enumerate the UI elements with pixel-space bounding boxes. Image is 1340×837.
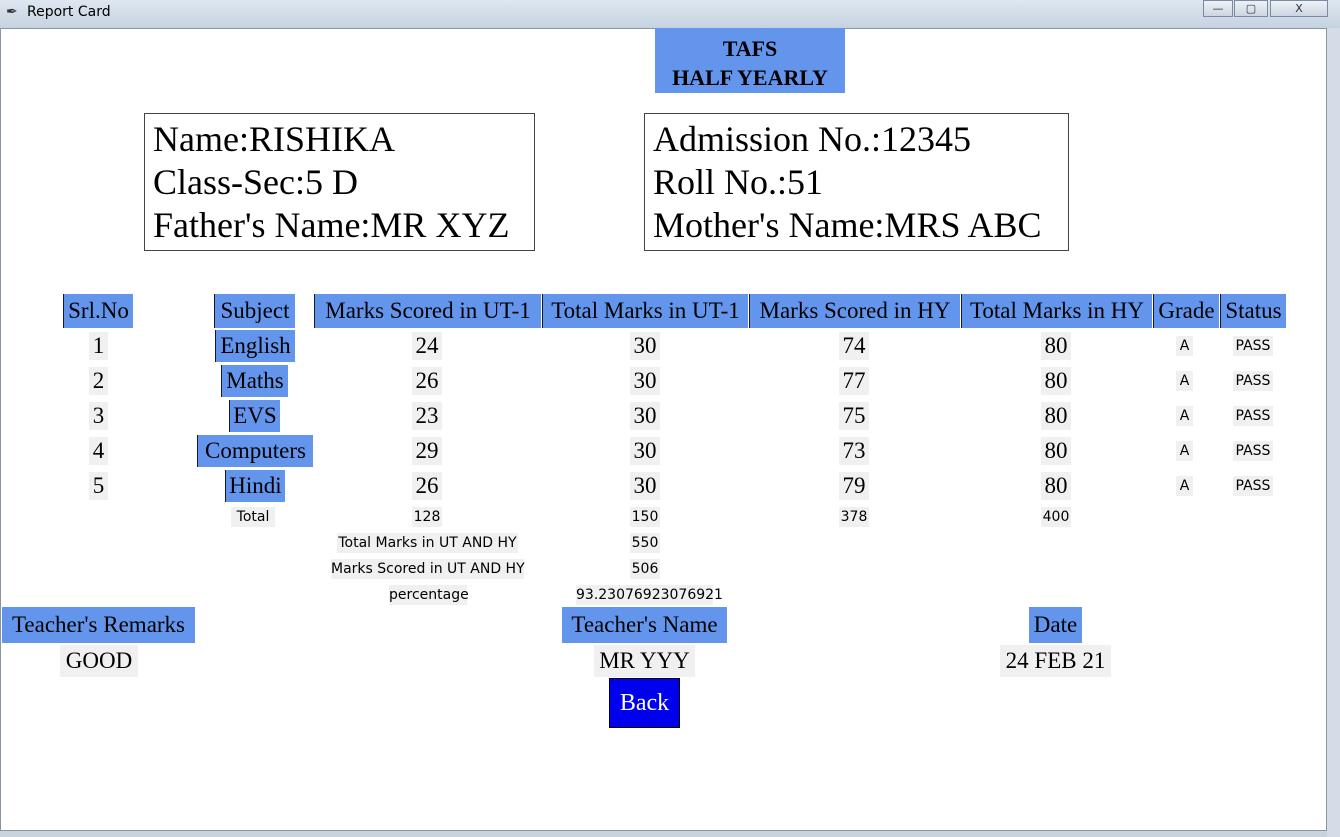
row2-subject: Maths [221, 365, 288, 397]
date-label: Date [1029, 607, 1082, 643]
summary-percentage-value: 93.23076923076921 [576, 585, 723, 605]
row2-ut-scored: 26 [412, 367, 442, 395]
row2-hy-scored: 77 [839, 367, 869, 395]
school-name: TAFS [722, 36, 778, 61]
row3-hy-scored: 75 [839, 402, 869, 430]
header-subject: Subject [214, 294, 295, 328]
row4-ut-total: 30 [630, 437, 660, 465]
row1-ut-total: 30 [630, 332, 660, 360]
window-titlebar: ✒ Report Card — ▢ X [0, 0, 1340, 28]
row4-subject: Computers [197, 435, 313, 467]
row1-subject: English [215, 330, 295, 362]
header-ut-total: Total Marks in UT-1 [542, 294, 748, 328]
mother-name: Mother's Name:MRS ABC [653, 205, 1042, 245]
row3-ut-total: 30 [630, 402, 660, 430]
row2-status: PASS [1233, 371, 1273, 391]
row2-srl: 2 [89, 367, 108, 395]
header-hy-scored: Marks Scored in HY [749, 294, 960, 328]
remarks-value: GOOD [60, 645, 138, 677]
row2-grade: A [1176, 371, 1193, 391]
row5-ut-scored: 26 [412, 472, 442, 500]
header-grade: Grade [1153, 294, 1219, 328]
teacher-name-label: Teacher's Name [562, 607, 727, 643]
row5-status: PASS [1233, 476, 1273, 496]
summary-scored-label: Marks Scored in UT AND HY [331, 559, 525, 579]
summary-percentage-label: percentage [389, 585, 469, 605]
exam-term: HALF YEARLY [672, 65, 828, 90]
row5-grade: A [1176, 476, 1193, 496]
row1-grade: A [1176, 336, 1193, 356]
back-button[interactable]: Back [609, 678, 680, 728]
totals-ut-total: 150 [630, 507, 660, 527]
row1-hy-total: 80 [1041, 332, 1071, 360]
student-info-right: Admission No.:12345 Roll No.:51 Mother's… [644, 113, 1069, 251]
window-edge [1327, 28, 1340, 837]
feather-icon: ✒ [6, 4, 18, 20]
father-name: Father's Name:MR XYZ [153, 205, 510, 245]
maximize-button[interactable]: ▢ [1234, 0, 1268, 17]
minimize-button[interactable]: — [1203, 0, 1233, 17]
row2-hy-total: 80 [1041, 367, 1071, 395]
row3-subject: EVS [229, 400, 280, 432]
summary-total-value: 550 [630, 533, 660, 553]
row3-hy-total: 80 [1041, 402, 1071, 430]
remarks-label: Teacher's Remarks [2, 607, 195, 643]
student-class: Class-Sec:5 D [153, 162, 358, 202]
row5-srl: 5 [89, 472, 108, 500]
row1-hy-scored: 74 [839, 332, 869, 360]
totals-label: Total [231, 507, 275, 527]
row2-ut-total: 30 [630, 367, 660, 395]
admission-no: Admission No.:12345 [653, 119, 972, 159]
row4-grade: A [1176, 441, 1193, 461]
totals-hy-scored: 378 [839, 507, 869, 527]
row4-ut-scored: 29 [412, 437, 442, 465]
row1-status: PASS [1233, 336, 1273, 356]
row3-status: PASS [1233, 406, 1273, 426]
row5-hy-total: 80 [1041, 472, 1071, 500]
header-srl-no: Srl.No [63, 294, 133, 328]
roll-no: Roll No.:51 [653, 162, 824, 202]
summary-total-label: Total Marks in UT AND HY [337, 533, 518, 553]
row1-ut-scored: 24 [412, 332, 442, 360]
exam-title: TAFS HALF YEARLY [655, 28, 845, 93]
summary-scored-value: 506 [630, 559, 660, 579]
close-button[interactable]: X [1270, 0, 1328, 17]
row4-status: PASS [1233, 441, 1273, 461]
date-value: 24 FEB 21 [1000, 645, 1111, 677]
totals-ut-scored: 128 [412, 507, 442, 527]
row5-ut-total: 30 [630, 472, 660, 500]
totals-hy-total: 400 [1041, 507, 1071, 527]
window-title: Report Card [27, 4, 111, 20]
teacher-name-value: MR YYY [594, 645, 695, 677]
header-ut-scored: Marks Scored in UT-1 [314, 294, 541, 328]
row3-ut-scored: 23 [412, 402, 442, 430]
row5-hy-scored: 79 [839, 472, 869, 500]
row1-srl: 1 [89, 332, 108, 360]
row3-srl: 3 [89, 402, 108, 430]
header-status: Status [1220, 294, 1286, 328]
row5-subject: Hindi [225, 470, 285, 502]
row4-srl: 4 [89, 437, 108, 465]
student-name: Name:RISHIKA [153, 119, 395, 159]
header-hy-total: Total Marks in HY [961, 294, 1152, 328]
student-info-left: Name:RISHIKA Class-Sec:5 D Father's Name… [144, 113, 535, 251]
row4-hy-total: 80 [1041, 437, 1071, 465]
row3-grade: A [1176, 406, 1193, 426]
row4-hy-scored: 73 [839, 437, 869, 465]
